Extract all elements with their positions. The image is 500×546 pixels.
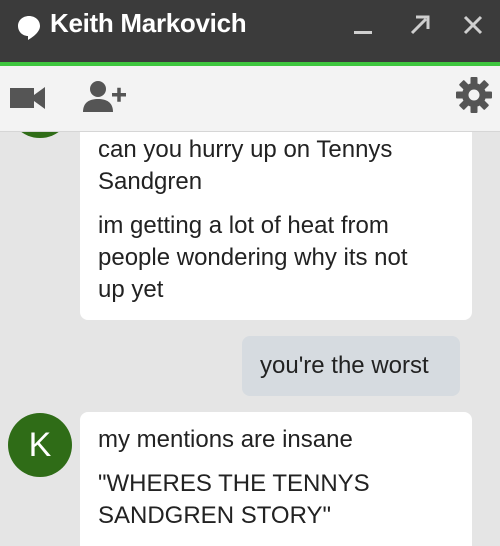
gear-icon — [456, 77, 492, 113]
message-text: can you hurry up on Tennys — [98, 136, 393, 163]
minimize-icon — [354, 31, 372, 34]
conversation-panel[interactable]: can you hurry up on Tennys Sandgren im g… — [0, 132, 500, 546]
avatar — [8, 132, 72, 138]
minimize-button[interactable] — [348, 8, 378, 42]
message-text: my mentions are insane — [98, 426, 353, 453]
incoming-message: can you hurry up on Tennys Sandgren im g… — [80, 132, 472, 320]
chat-toolbar — [0, 66, 500, 132]
popout-button[interactable] — [405, 8, 435, 42]
close-icon — [463, 15, 483, 35]
incoming-message: my mentions are insane "WHERES THE TENNY… — [80, 412, 472, 546]
video-camera-icon — [10, 87, 45, 109]
window-title: Keith Markovich — [50, 8, 247, 38]
message-text: up yet — [98, 276, 164, 303]
speech-bubble-icon — [18, 16, 40, 40]
popout-arrow-icon — [410, 15, 430, 35]
outgoing-message: you're the worst — [242, 336, 460, 396]
message-text: "WHERES THE TENNYS — [98, 470, 370, 497]
message-text: Sandgren — [98, 168, 203, 195]
video-call-button[interactable] — [9, 85, 47, 116]
message-text: people wondering why its not — [98, 244, 408, 271]
add-person-button[interactable] — [82, 79, 128, 120]
chat-window-titlebar[interactable]: Keith Markovich — [0, 0, 500, 66]
message-text: im getting a lot of heat from — [98, 212, 389, 239]
settings-button[interactable] — [455, 76, 493, 119]
avatar: K — [8, 413, 72, 477]
message-text: you're the worst — [260, 352, 429, 379]
close-button[interactable] — [458, 8, 488, 42]
add-person-icon — [83, 81, 126, 112]
message-text: SANDGREN STORY" — [98, 502, 332, 529]
